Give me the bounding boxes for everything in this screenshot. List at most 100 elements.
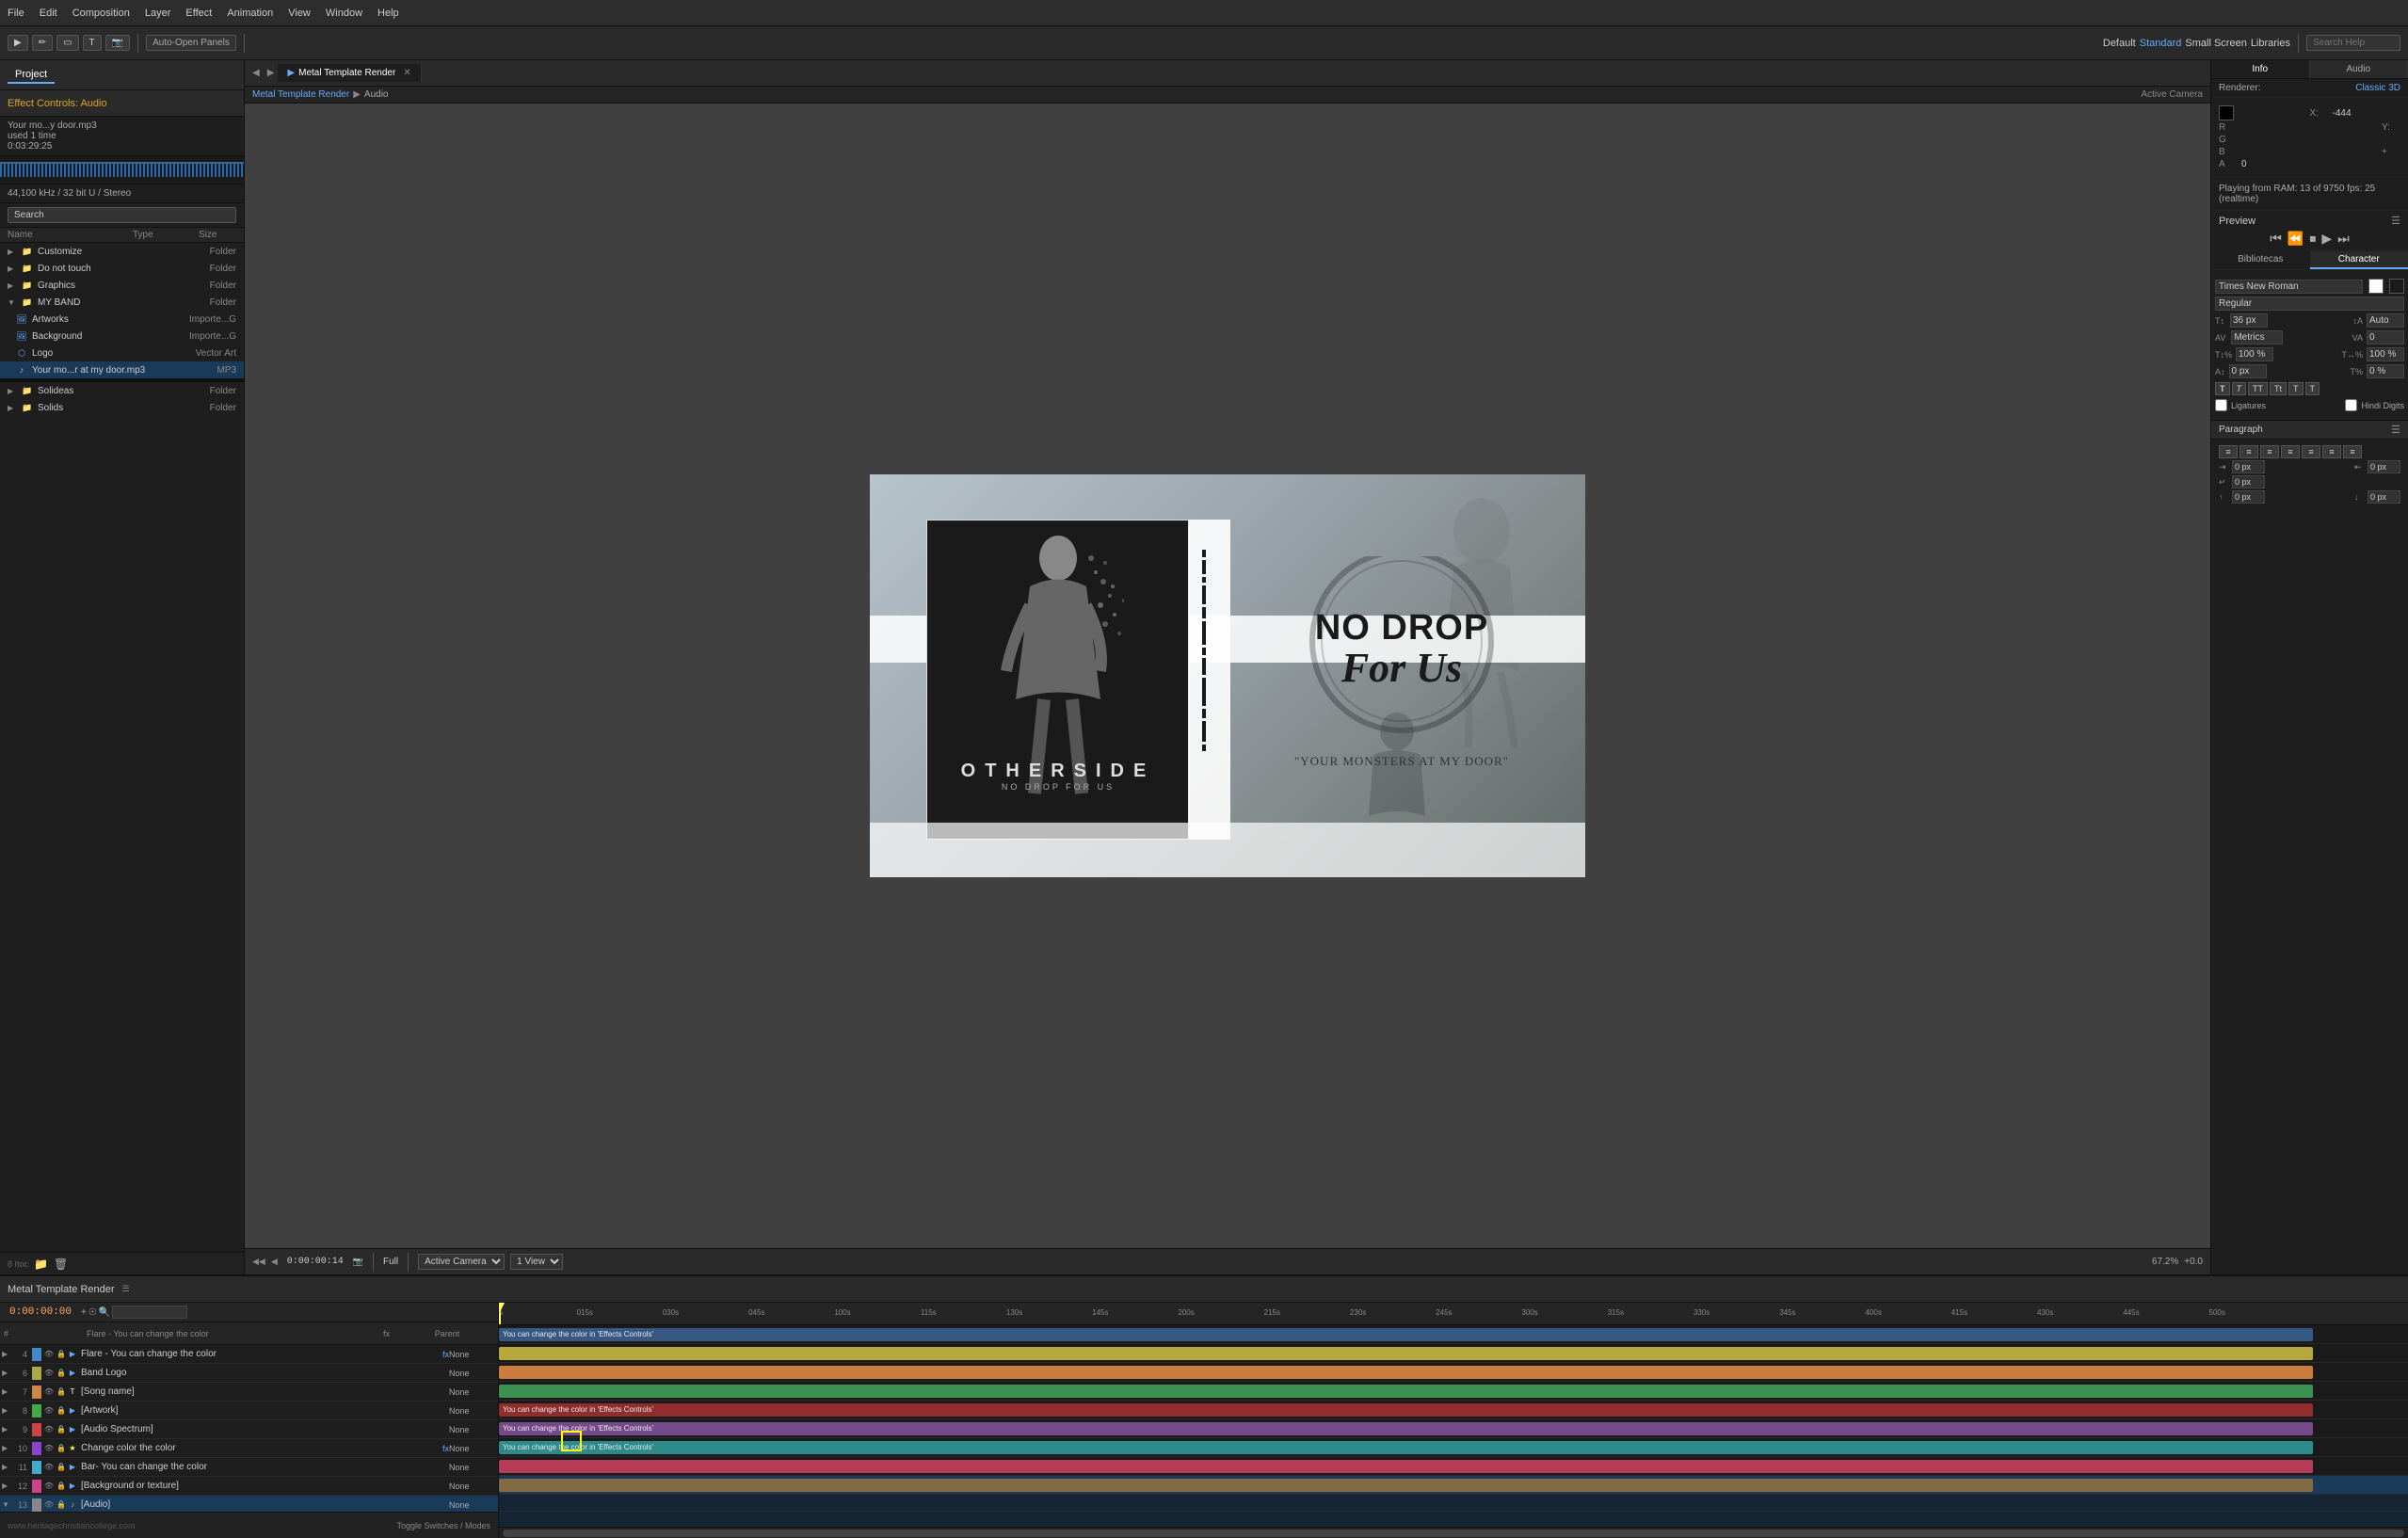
menu-window[interactable]: Window bbox=[326, 8, 362, 19]
space-before-input[interactable] bbox=[2232, 490, 2265, 504]
font-name-input[interactable] bbox=[2215, 280, 2363, 294]
menu-file[interactable]: File bbox=[8, 8, 24, 19]
scroll-thumb[interactable] bbox=[503, 1530, 2404, 1537]
lock-icon[interactable]: 🔒 bbox=[56, 1405, 67, 1417]
baseline-input[interactable] bbox=[2229, 364, 2267, 378]
tab-audio[interactable]: Audio bbox=[2310, 60, 2408, 78]
indent-right-input[interactable] bbox=[2368, 460, 2400, 473]
expand-icon[interactable]: ▶ bbox=[2, 1444, 11, 1452]
align-left-btn[interactable]: ≡ bbox=[2219, 445, 2238, 458]
switches-label[interactable]: Toggle Switches / Modes bbox=[396, 1521, 490, 1530]
expand-icon[interactable]: ▶ bbox=[2, 1350, 11, 1358]
font-style-input[interactable] bbox=[2215, 296, 2404, 311]
workspace-standard[interactable]: Standard bbox=[2140, 38, 2182, 49]
justify-left-btn[interactable]: ≡ bbox=[2281, 445, 2300, 458]
indent-first-input[interactable] bbox=[2232, 475, 2265, 489]
workspace-default[interactable]: Default bbox=[2103, 38, 2136, 49]
track-bar[interactable]: You can change the color in 'Effects Con… bbox=[499, 1403, 2313, 1417]
expand-icon[interactable]: ▶ bbox=[2, 1482, 11, 1490]
list-item[interactable]: ▶ 📁 Graphics Folder bbox=[0, 277, 244, 294]
color-swatch-white[interactable] bbox=[2368, 279, 2384, 294]
justify-all-btn[interactable]: ≡ bbox=[2343, 445, 2362, 458]
leading-input[interactable] bbox=[2367, 313, 2404, 328]
expand-icon[interactable]: ▶ bbox=[2, 1463, 11, 1471]
eye-icon[interactable]: 👁 bbox=[43, 1405, 55, 1417]
eye-icon[interactable]: 👁 bbox=[43, 1368, 55, 1379]
toolbar-text[interactable]: T bbox=[83, 35, 102, 51]
step-back-btn[interactable]: ⏪ bbox=[2288, 231, 2304, 247]
expand-icon[interactable]: ▼ bbox=[2, 1500, 11, 1509]
lock-icon[interactable]: 🔒 bbox=[56, 1443, 67, 1454]
eye-icon[interactable]: 👁 bbox=[43, 1424, 55, 1435]
view-count-select[interactable]: 1 View bbox=[510, 1254, 563, 1270]
stop-btn[interactable]: ⏹ bbox=[2309, 231, 2316, 247]
close-tab-icon[interactable]: ✕ bbox=[403, 68, 410, 78]
eye-icon[interactable]: 👁 bbox=[43, 1499, 55, 1511]
track-bar[interactable] bbox=[499, 1460, 2313, 1473]
space-after-input[interactable] bbox=[2368, 490, 2400, 504]
tab-metal-render[interactable]: ▶ Metal Template Render ✕ bbox=[278, 64, 421, 82]
list-item[interactable]: 🖼 Artworks Importe...G bbox=[0, 311, 244, 328]
toolbar-camera[interactable]: 📷 bbox=[105, 35, 130, 51]
layer-row[interactable]: ▶ 11 👁 🔒 ▶ Bar- You can change the color… bbox=[0, 1458, 498, 1477]
bold-btn[interactable]: T bbox=[2215, 382, 2230, 395]
vert-scale-input[interactable] bbox=[2236, 347, 2273, 361]
eye-icon[interactable]: 👁 bbox=[43, 1481, 55, 1492]
project-search-input[interactable] bbox=[8, 207, 236, 223]
list-item[interactable]: 🖼 Background Importe...G bbox=[0, 328, 244, 344]
delete-btn[interactable]: 🗑 bbox=[54, 1258, 68, 1271]
new-folder-btn[interactable]: 📁 bbox=[34, 1258, 48, 1271]
tab-character[interactable]: Character bbox=[2310, 251, 2408, 269]
skip-to-end-btn[interactable]: ⏭ bbox=[2337, 231, 2350, 247]
font-size-input[interactable] bbox=[2230, 313, 2268, 328]
super-btn[interactable]: T bbox=[2288, 382, 2304, 395]
preview-options-icon[interactable]: ☰ bbox=[2391, 215, 2400, 227]
track-bar[interactable]: You can change the color in 'Effects Con… bbox=[499, 1422, 2313, 1435]
italic-btn[interactable]: T bbox=[2232, 382, 2247, 395]
list-item[interactable]: ▶ 📁 Do not touch Folder bbox=[0, 260, 244, 277]
layer-row[interactable]: ▶ 9 👁 🔒 ▶ [Audio Spectrum] None bbox=[0, 1420, 498, 1439]
lock-icon[interactable]: 🔒 bbox=[56, 1386, 67, 1398]
indent-left-input[interactable] bbox=[2232, 460, 2265, 473]
renderer-value[interactable]: Classic 3D bbox=[2355, 83, 2400, 93]
prev-ctrl-icon2[interactable]: ◀ bbox=[271, 1257, 278, 1267]
layer-row[interactable]: ▼ 13 👁 🔒 ♪ [Audio] None bbox=[0, 1496, 498, 1512]
small-caps-btn[interactable]: Tt bbox=[2270, 382, 2287, 395]
layer-row[interactable]: ▶ 10 👁 🔒 ★ Change color the color fx Non… bbox=[0, 1439, 498, 1458]
expand-icon[interactable]: ▶ bbox=[2, 1387, 11, 1396]
timeline-scrollbar[interactable] bbox=[499, 1527, 2408, 1538]
screenshot-btn[interactable]: 📷 bbox=[353, 1257, 363, 1267]
track-bar[interactable] bbox=[499, 1347, 2313, 1360]
paragraph-options-icon[interactable]: ☰ bbox=[2391, 424, 2400, 436]
quality-dropdown[interactable]: Full bbox=[383, 1257, 398, 1267]
kerning-input[interactable] bbox=[2231, 330, 2283, 344]
tab-info[interactable]: Info bbox=[2211, 60, 2310, 78]
lock-icon[interactable]: 🔒 bbox=[56, 1368, 67, 1379]
tsumi-input[interactable] bbox=[2367, 364, 2404, 378]
solo-btn[interactable]: ☉ bbox=[88, 1307, 97, 1318]
layer-row[interactable]: ▶ 7 👁 🔒 T [Song name] None bbox=[0, 1383, 498, 1402]
view-select[interactable]: Active Camera bbox=[418, 1254, 505, 1270]
global-search[interactable] bbox=[2306, 35, 2400, 51]
track-bar[interactable] bbox=[499, 1479, 2313, 1492]
hindi-digits-checkbox[interactable] bbox=[2345, 399, 2357, 411]
align-center-btn[interactable]: ≡ bbox=[2239, 445, 2258, 458]
color-swatch[interactable] bbox=[2219, 105, 2234, 120]
lock-icon[interactable]: 🔒 bbox=[56, 1462, 67, 1473]
horiz-scale-input[interactable] bbox=[2367, 347, 2404, 361]
color-swatch-black[interactable] bbox=[2389, 279, 2404, 294]
expand-icon[interactable]: ▶ bbox=[8, 281, 17, 290]
nav-forward[interactable]: ▶ bbox=[264, 68, 279, 78]
workspace-libraries[interactable]: Libraries bbox=[2251, 38, 2290, 49]
track-bar[interactable] bbox=[499, 1385, 2313, 1398]
expand-icon[interactable]: ▶ bbox=[8, 404, 17, 412]
tab-project[interactable]: Project bbox=[8, 67, 55, 84]
play-btn[interactable]: ▶ bbox=[2321, 231, 2332, 247]
lock-icon[interactable]: 🔒 bbox=[56, 1481, 67, 1492]
toolbar-pen[interactable]: ✏ bbox=[32, 35, 53, 51]
track-bar[interactable]: You can change the color in 'Effects Con… bbox=[499, 1328, 2313, 1341]
menu-view[interactable]: View bbox=[288, 8, 311, 19]
workspace-small[interactable]: Small Screen bbox=[2185, 38, 2246, 49]
toolbar-selection[interactable]: ▶ bbox=[8, 35, 28, 51]
layer-row[interactable]: ▶ 12 👁 🔒 ▶ [Background or texture] None bbox=[0, 1477, 498, 1496]
